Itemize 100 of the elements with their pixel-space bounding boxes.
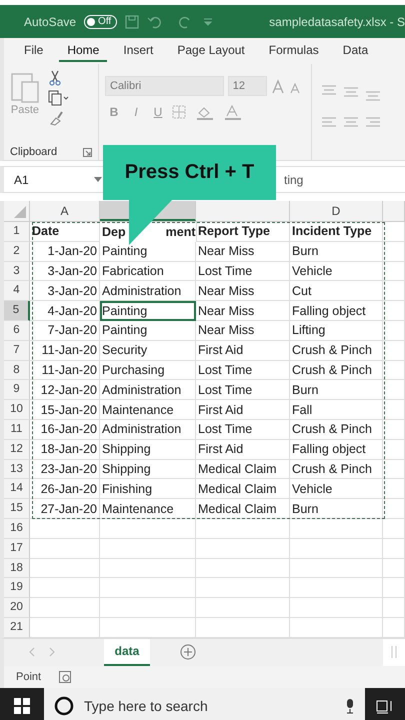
row-header[interactable]: 16 [4, 518, 30, 539]
row-header[interactable]: 1 [4, 222, 30, 242]
macro-icon[interactable] [59, 670, 72, 683]
name-box[interactable]: A1 [4, 172, 94, 186]
row-header[interactable]: 4 [4, 281, 30, 302]
table-cell: Falling object [290, 440, 383, 460]
table-cell: Lost Time [196, 380, 290, 400]
table-cell: 3-Jan-20 [30, 281, 100, 302]
table-cell: First Aid [196, 440, 290, 460]
table-cell: 15-Jan-20 [30, 400, 100, 420]
row-header[interactable]: 20 [4, 598, 30, 618]
cortana-icon[interactable] [54, 696, 74, 716]
dropdown-caret-icon[interactable] [94, 176, 102, 182]
row-header[interactable]: 5 [4, 301, 30, 321]
table-cell: Crush & Pinch [290, 340, 383, 361]
ribbon-tab[interactable]: Home [59, 40, 108, 62]
row-header[interactable]: 12 [4, 440, 30, 460]
table-cell [383, 598, 405, 618]
table-cell [30, 558, 100, 578]
row-header[interactable]: 15 [4, 499, 30, 519]
copy-icon[interactable] [48, 90, 70, 106]
table-cell [383, 281, 405, 302]
select-all-icon[interactable] [14, 206, 26, 218]
table-cell [383, 538, 405, 559]
taskbar-search-field[interactable]: Type here to search [44, 688, 365, 720]
row-header[interactable]: 3 [4, 262, 30, 282]
table-cell: Dep [102, 224, 126, 239]
table-cell: 3-Jan-20 [30, 262, 100, 282]
status-mode: Point [16, 670, 42, 683]
column-header[interactable]: D [290, 201, 383, 221]
table-cell: Medical Claim [196, 460, 290, 480]
table-cell: Date [30, 222, 100, 242]
table-cell [383, 479, 405, 500]
table-cell [383, 320, 405, 341]
table-cell: Cut [290, 281, 383, 302]
ribbon-tab[interactable]: Page Layout [169, 40, 253, 62]
font-size-field[interactable]: 12 [228, 76, 268, 96]
autosave-label: AutoSave [24, 14, 76, 28]
ribbon-tab[interactable]: Insert [115, 40, 162, 62]
table-cell: Shipping [100, 440, 196, 460]
row-header[interactable]: 2 [4, 242, 30, 262]
table-cell [383, 400, 405, 420]
table-cell [30, 538, 100, 559]
ribbon-tab[interactable]: Data [334, 40, 376, 62]
table-cell: 4-Jan-20 [30, 301, 100, 321]
microphone-icon[interactable] [345, 698, 355, 714]
file-name: sampledatasafety.xlsx - S [269, 14, 405, 28]
table-cell: ment [166, 224, 196, 239]
task-view-icon[interactable] [376, 698, 394, 714]
scissors-icon[interactable] [48, 70, 62, 86]
table-cell: 1-Jan-20 [30, 242, 100, 262]
table-cell: Vehicle [290, 262, 383, 282]
table-cell: 16-Jan-20 [30, 420, 100, 440]
paintbrush-icon[interactable] [48, 110, 64, 126]
ribbon-tab[interactable]: Formulas [260, 40, 327, 62]
table-cell: Crush & Pinch [290, 460, 383, 480]
table-cell: Vehicle [290, 479, 383, 500]
table-cell: Finishing [100, 479, 196, 500]
table-cell [383, 242, 405, 262]
row-header[interactable]: 17 [4, 538, 30, 559]
table-cell: 12-Jan-20 [30, 380, 100, 400]
sheet-tab[interactable]: data [104, 638, 150, 666]
table-cell: Medical Claim [196, 479, 290, 500]
add-sheet-icon[interactable] [180, 644, 196, 660]
row-header[interactable]: 11 [4, 420, 30, 440]
table-cell: Medical Claim [196, 499, 290, 519]
splitter-icon[interactable] [391, 646, 397, 658]
table-cell: Administration [100, 380, 196, 400]
table-cell: Crush & Pinch [290, 360, 383, 380]
row-header[interactable]: 14 [4, 479, 30, 500]
table-cell [383, 380, 405, 400]
row-header[interactable]: 18 [4, 558, 30, 578]
launcher-icon[interactable] [83, 148, 92, 156]
row-header[interactable]: 7 [4, 340, 30, 361]
table-cell: Security [100, 340, 196, 361]
table-cell: Lifting [290, 320, 383, 341]
autosave-toggle[interactable]: Off [84, 14, 118, 28]
customize-icon[interactable] [203, 16, 214, 26]
row-header[interactable]: 8 [4, 360, 30, 380]
table-cell: 11-Jan-20 [30, 360, 100, 380]
row-header[interactable]: 21 [4, 618, 30, 638]
row-header[interactable]: 19 [4, 578, 30, 598]
row-header[interactable]: 10 [4, 400, 30, 420]
table-cell: 27-Jan-20 [30, 499, 100, 519]
table-cell: 26-Jan-20 [30, 479, 100, 500]
save-icon[interactable] [125, 14, 140, 28]
ribbon-tab[interactable]: File [16, 40, 52, 62]
table-cell [30, 518, 100, 539]
row-header[interactable]: 6 [4, 320, 30, 341]
table-cell: First Aid [196, 340, 290, 361]
windows-start-icon[interactable] [14, 698, 30, 714]
table-cell: Purchasing [100, 360, 196, 380]
row-header[interactable]: 13 [4, 460, 30, 480]
table-cell [383, 222, 405, 242]
table-cell: Maintenance [100, 400, 196, 420]
table-cell: Near Miss [196, 281, 290, 302]
font-name-field[interactable]: Calibri [105, 76, 224, 96]
row-header[interactable]: 9 [4, 380, 30, 400]
formula-field[interactable]: ting [284, 172, 405, 186]
table-cell: Painting [100, 242, 196, 262]
